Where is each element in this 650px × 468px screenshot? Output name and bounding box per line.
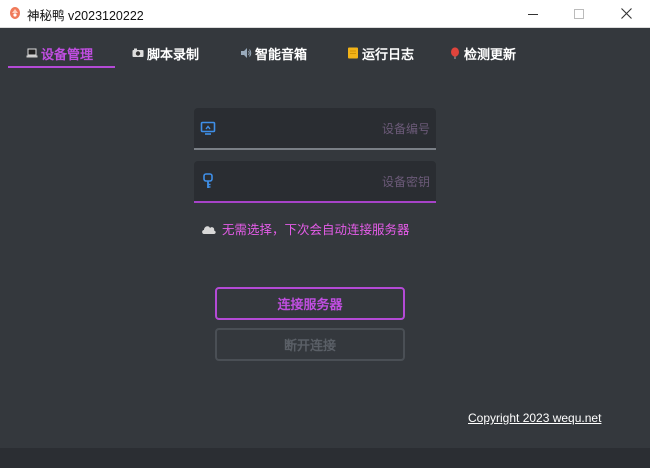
tab-label: 脚本录制 <box>147 47 200 63</box>
device-screen-icon <box>200 121 216 135</box>
tab-run-log[interactable]: 运行日志 <box>347 38 414 68</box>
title-bar: 神秘鸭 v2023120222 <box>0 0 650 28</box>
tab-label: 检测更新 <box>464 47 517 63</box>
duck-logo-icon <box>10 7 20 19</box>
tab-label: 设备管理 <box>41 47 94 63</box>
device-key-field <box>194 161 436 203</box>
minimize-button[interactable] <box>510 0 556 27</box>
notepad-icon <box>348 47 358 59</box>
close-button[interactable] <box>603 0 649 27</box>
window-title: 神秘鸭 v2023120222 <box>27 9 144 23</box>
tab-bar: 设备管理 脚本录制 智能音箱 运行日志 检测更新 <box>8 38 648 68</box>
cloud-icon <box>202 225 216 234</box>
status-bar <box>0 448 650 468</box>
tab-label: 运行日志 <box>362 47 415 63</box>
device-id-input[interactable] <box>228 108 434 150</box>
device-key-input[interactable] <box>228 161 434 203</box>
balloon-icon <box>451 47 459 59</box>
connect-label: 连接服务器 <box>277 298 343 313</box>
maximize-button[interactable] <box>556 0 602 27</box>
device-id-field <box>194 108 436 150</box>
maximize-icon <box>574 8 584 19</box>
minimize-icon <box>528 13 538 15</box>
auto-connect-hint: 无需选择，下次会自动连接服务器 <box>201 219 410 238</box>
tab-smart-speaker[interactable]: 智能音箱 <box>240 38 307 68</box>
laptop-icon <box>26 48 38 58</box>
tab-label: 智能音箱 <box>255 47 308 63</box>
close-icon <box>620 8 632 19</box>
tab-check-update[interactable]: 检测更新 <box>449 38 516 68</box>
disconnect-button[interactable]: 断开连接 <box>215 328 405 361</box>
speaker-icon <box>241 48 252 58</box>
active-tab-indicator <box>8 66 115 68</box>
disconnect-label: 断开连接 <box>283 339 336 354</box>
tab-device-management[interactable]: 设备管理 <box>26 38 93 68</box>
hint-text: 无需选择，下次会自动连接服务器 <box>222 222 410 237</box>
camera-icon <box>132 48 144 57</box>
key-icon <box>203 173 213 188</box>
copyright-link[interactable]: Copyright 2023 wequ.net <box>468 411 601 425</box>
tab-script-recording[interactable]: 脚本录制 <box>132 38 199 68</box>
connect-server-button[interactable]: 连接服务器 <box>215 287 405 320</box>
